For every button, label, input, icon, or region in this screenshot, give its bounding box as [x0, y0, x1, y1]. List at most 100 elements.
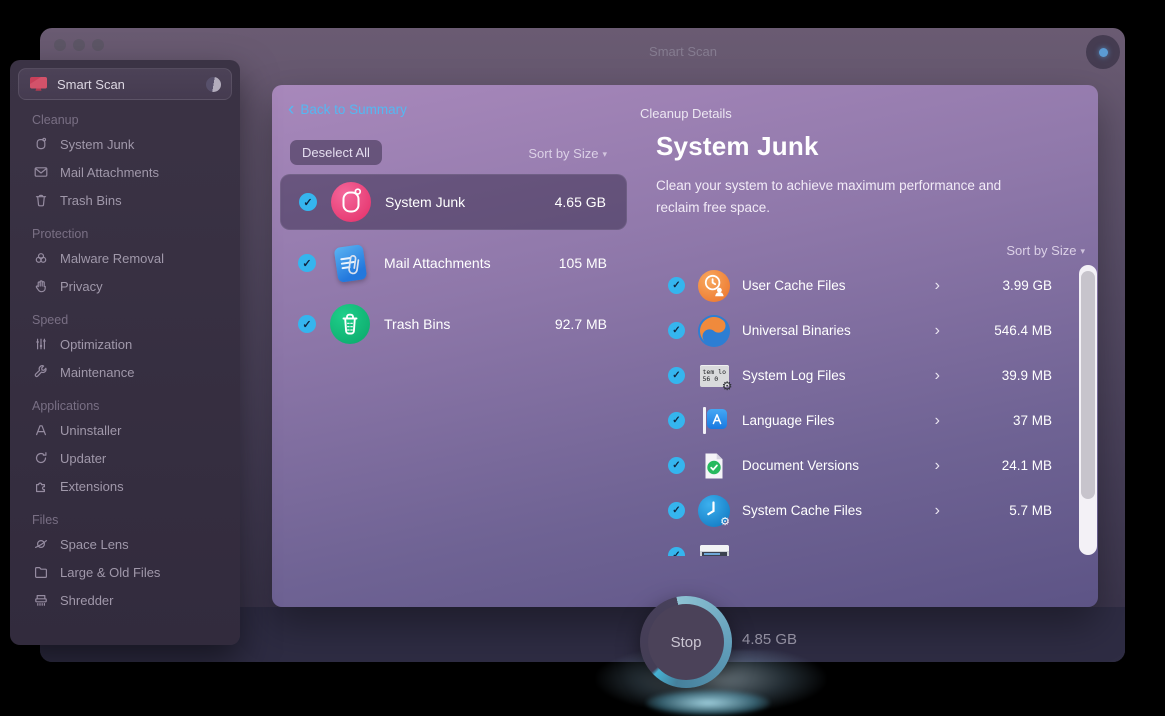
- deselect-all-button[interactable]: Deselect All: [290, 140, 382, 165]
- details-scrollbar-thumb[interactable]: [1081, 271, 1095, 499]
- sidebar-item-large-old-files[interactable]: Large & Old Files: [18, 558, 232, 586]
- details-list: ✓ User Cache Files › 3.99 GB ✓ Universal Bina…: [662, 263, 1062, 556]
- checkbox[interactable]: ✓: [668, 367, 685, 384]
- sidebar-item-maintenance[interactable]: Maintenance: [18, 358, 232, 386]
- detail-row-label: Universal Binaries: [742, 323, 851, 338]
- stop-button[interactable]: Stop: [640, 596, 732, 688]
- assistant-menu-button[interactable]: [1086, 35, 1120, 69]
- detail-row-system-log-files[interactable]: ✓ tem lo 56 0 ⚙ System Log Files › 39.9 MB: [662, 353, 1062, 398]
- detail-row-document-versions[interactable]: ✓ Document Versions › 24.1 MB: [662, 443, 1062, 488]
- updater-icon: [32, 450, 49, 466]
- detail-row-size: 24.1 MB: [1001, 458, 1052, 473]
- biohazard-icon: [32, 250, 49, 266]
- sidebar-item-label: Updater: [60, 450, 107, 466]
- summary-sort-control[interactable]: Sort by Size ▾: [528, 146, 607, 161]
- sidebar-item-extensions[interactable]: Extensions: [18, 472, 232, 500]
- detail-row-system-cache-files[interactable]: ✓ ⚙ System Cache Files › 5.7 MB: [662, 488, 1062, 533]
- sidebar-item-label: Maintenance: [60, 364, 135, 380]
- cleanup-details-label: Cleanup Details: [640, 106, 732, 121]
- sidebar-item-label: Trash Bins: [60, 192, 122, 208]
- system-junk-icon: [32, 136, 49, 152]
- scan-progress-spinner-icon: [206, 76, 221, 92]
- checkbox[interactable]: ✓: [298, 254, 316, 272]
- back-label: Back to Summary: [300, 102, 407, 117]
- detail-row-size: 5.7 MB: [1009, 503, 1052, 518]
- detail-row-universal-binaries[interactable]: ✓ Universal Binaries › 546.4 MB: [662, 308, 1062, 353]
- checkbox[interactable]: ✓: [298, 315, 316, 333]
- sidebar-section-title: Protection: [32, 227, 89, 241]
- sidebar-item-label: Mail Attachments: [60, 164, 159, 180]
- checkbox[interactable]: ✓: [668, 412, 685, 429]
- chevron-right-icon: ›: [934, 276, 940, 294]
- checkbox[interactable]: ✓: [299, 193, 317, 211]
- detail-row-user-cache-files[interactable]: ✓ User Cache Files › 3.99 GB: [662, 263, 1062, 308]
- checkbox[interactable]: ✓: [668, 322, 685, 339]
- sidebar-item-privacy[interactable]: Privacy: [18, 272, 232, 300]
- sidebar-item-shredder[interactable]: Shredder: [18, 586, 232, 614]
- chevron-right-icon: ›: [934, 366, 940, 384]
- detail-row-label: System Cache Files: [742, 503, 863, 518]
- detail-row-size: 37 MB: [1012, 413, 1052, 428]
- detail-row-size: 39.9 MB: [1001, 368, 1052, 383]
- sidebar-section-title: Applications: [32, 399, 100, 413]
- wrench-icon: [32, 364, 49, 380]
- universal-binaries-icon: [698, 314, 730, 347]
- details-sort-control[interactable]: Sort by Size ▾: [1006, 243, 1085, 258]
- detail-row-label: System Log Files: [742, 368, 846, 383]
- sidebar-section-cleanup: Cleanup System Junk Mail Attachments Trash …: [18, 113, 232, 214]
- summary-row-trash-bins[interactable]: ✓ Trash Bins 92.7 MB: [280, 296, 627, 352]
- caret-down-icon: ▾: [1080, 246, 1085, 256]
- chevron-right-icon: ›: [934, 456, 940, 474]
- summary-row-size: 4.65 GB: [554, 194, 606, 210]
- traffic-light-zoom-button[interactable]: [92, 39, 104, 51]
- details-sort-label: Sort by Size: [1006, 243, 1077, 258]
- scan-glow-rim: [646, 690, 770, 716]
- traffic-light-close-button[interactable]: [54, 39, 66, 51]
- checkbox[interactable]: ✓: [668, 277, 685, 294]
- sidebar-item-label: Optimization: [60, 336, 133, 352]
- back-to-summary-link[interactable]: ‹ Back to Summary: [288, 100, 407, 119]
- summary-row-size: 105 MB: [558, 255, 607, 271]
- sidebar-section-applications: Applications Uninstaller Updater Extensions: [18, 399, 232, 500]
- checkbox[interactable]: ✓: [668, 547, 685, 556]
- chevron-right-icon: ›: [934, 411, 940, 429]
- hand-icon: [32, 278, 49, 294]
- sidebar-item-system-junk[interactable]: System Junk: [18, 130, 232, 158]
- caret-down-icon: ▾: [602, 149, 607, 159]
- summary-row-mail-attachments[interactable]: ✓ Mail Attachments 105 MB: [280, 235, 627, 291]
- summary-row-system-junk[interactable]: ✓ System Junk 4.65 GB: [280, 174, 627, 230]
- detail-row-label: User Cache Files: [742, 278, 846, 293]
- sidebar-item-label: Large & Old Files: [60, 564, 161, 580]
- mail-icon: [32, 164, 49, 180]
- traffic-light-minimize-button[interactable]: [73, 39, 85, 51]
- sidebar-item-mail-attachments[interactable]: Mail Attachments: [18, 158, 232, 186]
- sidebar-item-optimization[interactable]: Optimization: [18, 330, 232, 358]
- chevron-right-icon: ›: [934, 501, 940, 519]
- smart-scan-icon: [29, 76, 48, 92]
- sidebar-item-updater[interactable]: Updater: [18, 444, 232, 472]
- screen: Smart Scan ‹ Back to Summary Cleanup Det…: [0, 0, 1165, 716]
- sidebar-item-smart-scan[interactable]: Smart Scan: [18, 68, 232, 100]
- checkbox[interactable]: ✓: [668, 502, 685, 519]
- checkbox[interactable]: ✓: [668, 457, 685, 474]
- summary-row-label: Trash Bins: [384, 316, 451, 332]
- uninstaller-icon: [32, 422, 49, 438]
- detail-row-partial[interactable]: ✓: [662, 533, 1062, 556]
- sidebar-section-speed: Speed Optimization Maintenance: [18, 313, 232, 386]
- window-title: Smart Scan: [649, 44, 717, 59]
- sidebar-item-uninstaller[interactable]: Uninstaller: [18, 416, 232, 444]
- sidebar-item-label: System Junk: [60, 136, 135, 152]
- detail-row-size: 3.99 GB: [1002, 278, 1052, 293]
- sidebar-item-malware-removal[interactable]: Malware Removal: [18, 244, 232, 272]
- details-title: System Junk: [656, 131, 819, 161]
- detail-row-size: 546.4 MB: [994, 323, 1052, 338]
- trash-icon: [32, 192, 49, 208]
- sidebar-section-files: Files Space Lens Large & Old Files Shredder: [18, 513, 232, 614]
- document-versions-icon: [698, 450, 730, 482]
- sliders-icon: [32, 336, 49, 352]
- detail-row-language-files[interactable]: ✓ Language Files › 37 MB: [662, 398, 1062, 443]
- sidebar-item-space-lens[interactable]: Space Lens: [18, 530, 232, 558]
- sidebar-item-trash-bins[interactable]: Trash Bins: [18, 186, 232, 214]
- stop-button-label: Stop: [670, 633, 702, 651]
- sidebar-sections: Cleanup System Junk Mail Attachments Trash …: [18, 113, 232, 614]
